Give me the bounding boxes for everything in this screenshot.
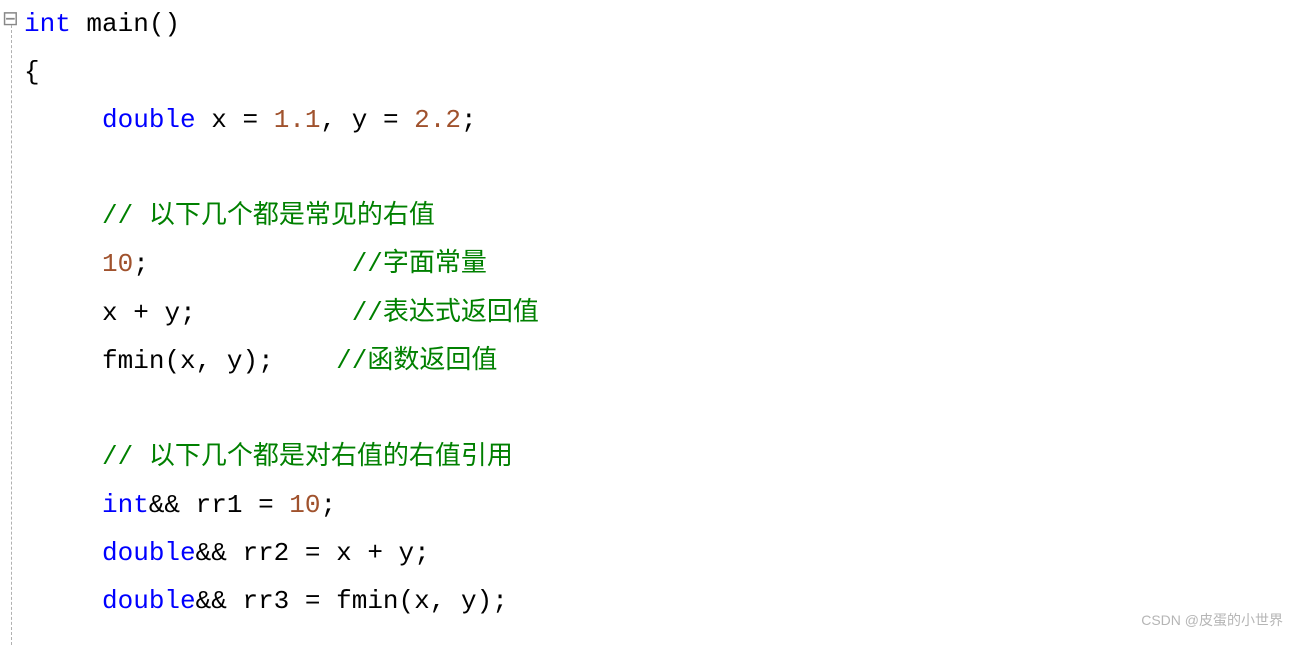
keyword-double: double [102,538,196,568]
comma: , [321,105,337,135]
semicolon: ; [258,346,274,376]
code-line-empty [24,144,1295,192]
lparen: ( [399,586,415,616]
op-eq: = [383,105,399,135]
var-x: x [414,586,430,616]
brace-open: { [24,57,40,87]
number: 2.2 [414,105,461,135]
code-line: { [24,48,1295,96]
number: 1.1 [274,105,321,135]
code-line: int&& rr1 = 10; [24,481,1295,529]
code-line: // 以下几个都是对右值的右值引用 [24,433,1295,481]
var-rr1: rr1 [196,490,243,520]
code-editor: ⊟ int main() { double x = 1.1, y = 2.2; … [0,0,1295,625]
op-eq: = [242,105,258,135]
var-x: x [336,538,352,568]
function-fmin: fmin [102,346,164,376]
var-rr2: rr2 [242,538,289,568]
lparen: ( [164,346,180,376]
number: 10 [289,490,320,520]
keyword-int: int [102,490,149,520]
keyword-double: double [102,105,196,135]
op-eq: = [305,586,321,616]
rparen: ) [242,346,258,376]
number: 10 [102,249,133,279]
semicolon: ; [414,538,430,568]
gutter: ⊟ [0,0,20,625]
var-y: y [399,538,415,568]
comment: // 以下几个都是常见的右值 [102,201,435,231]
op-plus: + [367,538,383,568]
rparen: ) [477,586,493,616]
var-x: x [180,346,196,376]
watermark: CSDN @皮蛋的小世界 [1141,608,1283,634]
var-y: y [352,105,368,135]
code-line: double&& rr3 = fmin(x, y); [24,577,1295,625]
semicolon: ; [461,105,477,135]
code-area: int main() { double x = 1.1, y = 2.2; //… [20,0,1295,625]
parens: () [149,9,180,39]
var-x: x [102,298,118,328]
var-y: y [227,346,243,376]
code-line: // 以下几个都是常见的右值 [24,192,1295,240]
op-rref: && [196,538,227,568]
comment: //函数返回值 [336,346,497,376]
semicolon: ; [321,490,337,520]
code-line: fmin(x, y); //函数返回值 [24,337,1295,385]
op-plus: + [133,298,149,328]
op-eq: = [305,538,321,568]
semicolon: ; [492,586,508,616]
code-line: int main() [24,0,1295,48]
var-y: y [164,298,180,328]
comma: , [196,346,212,376]
semicolon: ; [180,298,196,328]
code-line: double x = 1.1, y = 2.2; [24,96,1295,144]
function-fold-line [11,25,12,645]
code-line: 10; //字面常量 [24,240,1295,288]
code-line-empty [24,385,1295,433]
var-x: x [211,105,227,135]
function-main: main [86,9,148,39]
keyword-int: int [24,9,71,39]
op-rref: && [196,586,227,616]
comment: // 以下几个都是对右值的右值引用 [102,442,513,472]
code-line: double&& rr2 = x + y; [24,529,1295,577]
keyword-double: double [102,586,196,616]
op-rref: && [149,490,180,520]
semicolon: ; [133,249,149,279]
comment: //表达式返回值 [352,298,539,328]
var-rr3: rr3 [242,586,289,616]
var-y: y [461,586,477,616]
comment: //字面常量 [352,249,487,279]
function-fmin: fmin [336,586,398,616]
comma: , [430,586,446,616]
code-line: x + y; //表达式返回值 [24,289,1295,337]
op-eq: = [258,490,274,520]
